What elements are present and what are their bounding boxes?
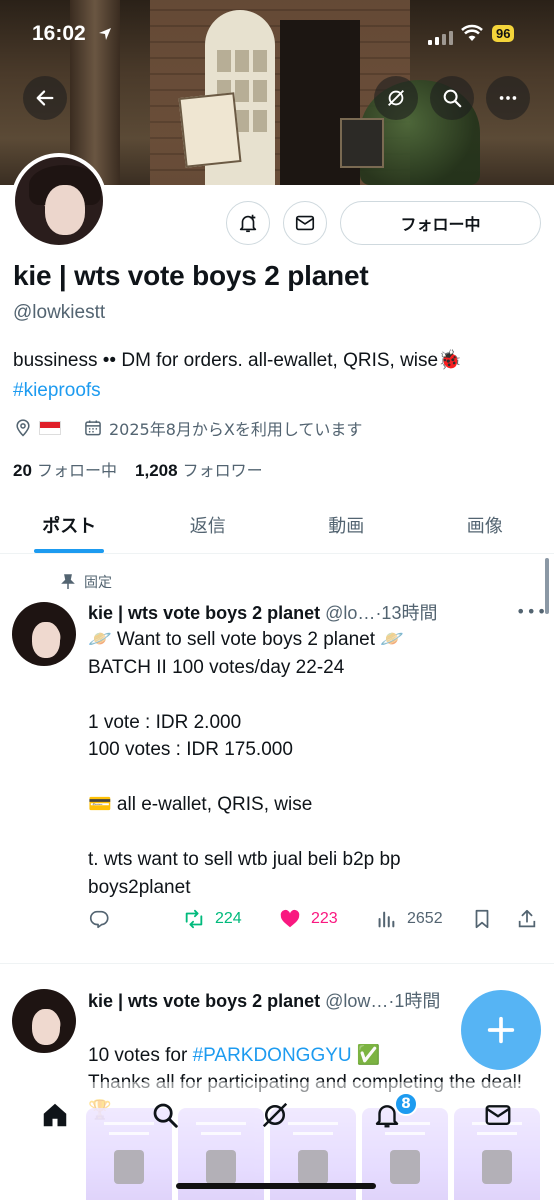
grok-icon (262, 1102, 288, 1128)
battery-indicator: 96 (492, 25, 515, 42)
post-header: kie | wts vote boys 2 planet @lo…·13時間 (88, 599, 437, 625)
arrow-left-icon (36, 90, 54, 106)
tab-videos[interactable]: 動画 (277, 496, 416, 553)
reply-icon (89, 910, 109, 929)
bio-hashtag-link[interactable]: #kieproofs (13, 376, 462, 406)
following-button[interactable]: フォロー中 (340, 201, 541, 245)
search-icon (153, 1103, 178, 1128)
post-body: 🪐 Want to sell vote boys 2 planet 🪐 BATC… (88, 629, 404, 898)
grok-icon (388, 90, 404, 106)
tab-replies[interactable]: 返信 (139, 496, 278, 553)
grok-button[interactable] (374, 76, 418, 120)
home-icon (43, 1103, 67, 1127)
post-author-handle: @low… (325, 991, 389, 1011)
post-author-name[interactable]: kie | wts vote boys 2 planet (88, 991, 320, 1011)
profile-name: kie | wts vote boys 2 planet (13, 260, 369, 291)
more-options-button[interactable] (486, 76, 530, 120)
location-pin-icon (16, 419, 30, 437)
location-arrow-icon (97, 26, 113, 46)
banner-chalkboard (340, 118, 384, 168)
tab-posts[interactable]: ポスト (0, 496, 139, 553)
nav-grok[interactable] (258, 1098, 292, 1132)
back-button[interactable] (23, 76, 67, 120)
envelope-icon (485, 1105, 511, 1125)
plus-icon (487, 1016, 515, 1044)
tab-images[interactable]: 画像 (416, 496, 554, 553)
like-count: 223 (311, 910, 338, 927)
profile-tabs: ポスト 返信 動画 画像 (0, 496, 554, 554)
following-count: 20 (13, 461, 32, 480)
profile-meta: 2025年8月からXを利用しています (13, 416, 362, 440)
bell-plus-icon (239, 214, 257, 233)
search-button[interactable] (430, 76, 474, 120)
share-icon (518, 909, 536, 928)
views-count: 2652 (407, 910, 443, 927)
status-bar: 16:02 96 (0, 0, 554, 70)
post-more-icon[interactable]: ••• (516, 602, 547, 621)
follow-stats: 20 フォロー中 1,208 フォロワー (13, 457, 263, 481)
post-hashtag-link[interactable]: #PARKDONGGYU (193, 1045, 352, 1066)
post-timestamp[interactable]: ·13時間 (375, 603, 437, 623)
compose-post-button[interactable] (461, 990, 541, 1070)
retweet-icon (185, 909, 203, 929)
share-button[interactable] (516, 908, 538, 930)
pinned-indicator: 固定 (60, 572, 112, 592)
nav-messages[interactable] (481, 1098, 515, 1132)
indonesia-flag-icon (39, 421, 61, 435)
pin-icon (61, 574, 75, 589)
nav-home[interactable] (38, 1098, 72, 1132)
more-dots-icon (499, 96, 517, 100)
notifications-subscribe-button[interactable] (226, 201, 270, 245)
post-text: ✅ (351, 1044, 381, 1066)
like-button[interactable]: 223 (279, 908, 338, 930)
joined-date: 2025年8月からXを利用しています (109, 420, 363, 439)
message-button[interactable] (283, 201, 327, 245)
bookmark-button[interactable] (471, 908, 493, 930)
reply-button[interactable] (88, 908, 110, 930)
views-button[interactable]: 2652 (375, 908, 443, 930)
following-link[interactable]: 20 フォロー中 (13, 457, 117, 481)
post-timestamp[interactable]: ·1時間 (388, 991, 440, 1011)
post-author-name[interactable]: kie | wts vote boys 2 planet (88, 603, 320, 623)
nav-search[interactable] (148, 1098, 182, 1132)
profile-avatar[interactable] (11, 153, 107, 249)
search-icon (443, 89, 462, 108)
post-text: 10 votes for (88, 1044, 193, 1066)
post-author-handle: @lo… (325, 603, 376, 623)
status-time: 16:02 (32, 22, 86, 45)
profile-handle: @lowkiestt (13, 302, 106, 323)
bookmark-icon (475, 909, 489, 929)
post-actions: 224 223 2652 (88, 908, 538, 936)
bio-text: bussiness •• DM for orders. all-ewallet,… (13, 350, 462, 371)
followers-count: 1,208 (135, 461, 178, 480)
views-chart-icon (378, 911, 395, 928)
profile-bio: bussiness •• DM for orders. all-ewallet,… (13, 346, 462, 406)
post-divider (0, 963, 554, 964)
following-label: フォロー中 (37, 461, 118, 480)
notification-badge: 8 (394, 1092, 418, 1116)
post-avatar[interactable] (12, 602, 76, 666)
retweet-count: 224 (215, 910, 242, 927)
home-indicator[interactable] (176, 1183, 376, 1189)
post-header: kie | wts vote boys 2 planet @low…·1時間 (88, 987, 440, 1013)
cellular-signal-icon (428, 31, 453, 45)
banner-menu-sign (178, 92, 242, 168)
calendar-icon (85, 420, 101, 436)
wifi-icon (461, 23, 483, 43)
retweet-button[interactable]: 224 (183, 908, 242, 930)
heart-filled-icon (280, 909, 300, 928)
post-avatar[interactable] (12, 989, 76, 1053)
followers-label: フォロワー (182, 461, 263, 480)
pinned-label: 固定 (84, 575, 112, 591)
envelope-icon (295, 215, 315, 231)
followers-link[interactable]: 1,208 フォロワー (135, 457, 263, 481)
